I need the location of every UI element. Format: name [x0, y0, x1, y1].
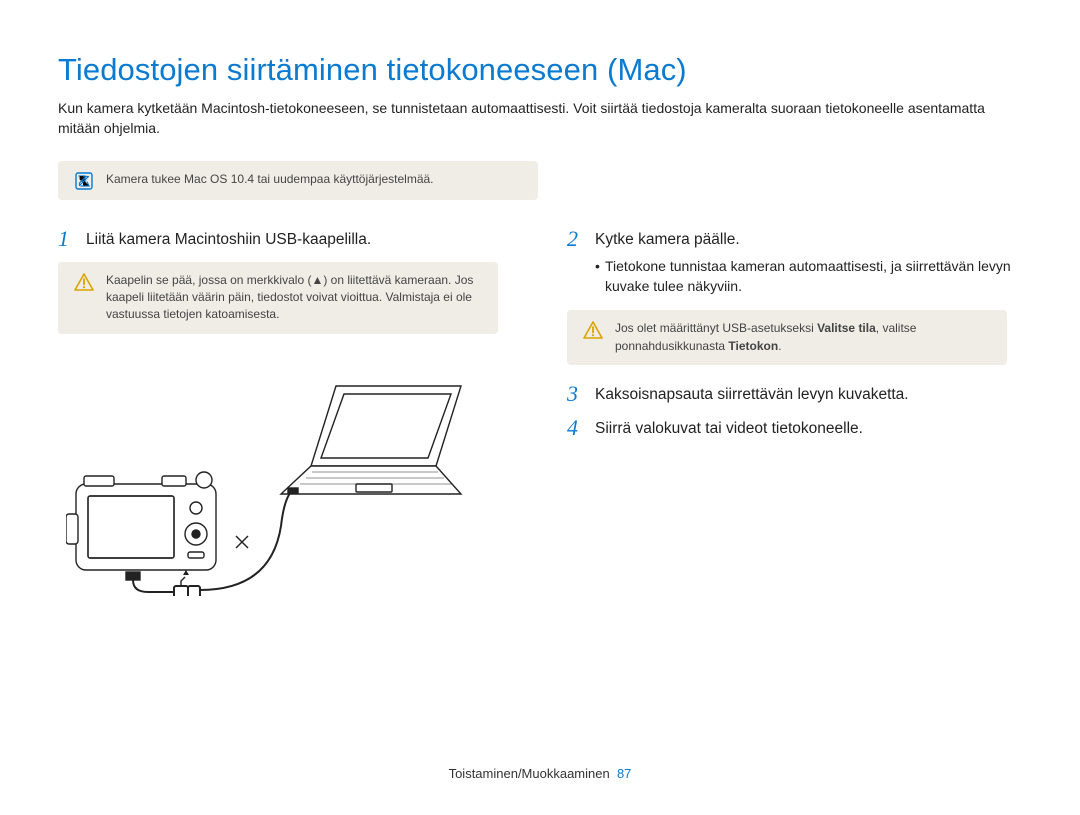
step-2: 2 Kytke kamera päälle.: [567, 228, 1022, 250]
right-column: 2 Kytke kamera päälle. • Tietokone tunni…: [567, 228, 1022, 601]
os-support-text: Kamera tukee Mac OS 10.4 tai uudempaa kä…: [106, 171, 522, 188]
bullet-icon: •: [595, 256, 605, 276]
os-support-note: Kamera tukee Mac OS 10.4 tai uudempaa kä…: [58, 161, 538, 200]
step-number: 4: [567, 417, 589, 439]
step-text: Siirrä valokuvat tai videot tietokoneell…: [595, 417, 863, 438]
step-3: 3 Kaksoisnapsauta siirrettävän levyn kuv…: [567, 383, 1022, 405]
step-4: 4 Siirrä valokuvat tai videot tietokonee…: [567, 417, 1022, 439]
page-title: Tiedostojen siirtäminen tietokoneeseen (…: [58, 52, 1022, 88]
note-bold: Tietokon: [728, 339, 778, 353]
usb-mode-text: Jos olet määrittänyt USB-asetukseksi Val…: [615, 320, 991, 355]
note-part: .: [778, 339, 781, 353]
note-icon: [74, 172, 94, 190]
left-column: 1 Liitä kamera Macintoshiin USB-kaapelil…: [58, 228, 513, 601]
intro-text: Kun kamera kytketään Macintosh-tietokone…: [58, 98, 1022, 139]
connection-illustration: [66, 376, 486, 596]
cable-warning-text: Kaapelin se pää, jossa on merkkivalo (▲)…: [106, 272, 482, 324]
step-number: 2: [567, 228, 589, 250]
step-1: 1 Liitä kamera Macintoshiin USB-kaapelil…: [58, 228, 513, 250]
page-number: 87: [617, 766, 631, 781]
note-bold: Valitse tila: [817, 321, 876, 335]
step-number: 3: [567, 383, 589, 405]
step-text: Kytke kamera päälle.: [595, 228, 740, 249]
warning-icon: [583, 321, 603, 339]
page-footer: Toistaminen/Muokkaaminen 87: [0, 766, 1080, 781]
bullet-text: Tietokone tunnistaa kameran automaattise…: [605, 256, 1022, 297]
warning-icon: [74, 273, 94, 291]
step-text: Liitä kamera Macintoshiin USB-kaapelilla…: [86, 228, 371, 249]
step-number: 1: [58, 228, 80, 250]
footer-section: Toistaminen/Muokkaaminen: [449, 766, 610, 781]
cable-warning: Kaapelin se pää, jossa on merkkivalo (▲)…: [58, 262, 498, 334]
usb-mode-note: Jos olet määrittänyt USB-asetukseksi Val…: [567, 310, 1007, 365]
note-part: Jos olet määrittänyt USB-asetukseksi: [615, 321, 817, 335]
step-text: Kaksoisnapsauta siirrettävän levyn kuvak…: [595, 383, 909, 404]
step-2-bullet: • Tietokone tunnistaa kameran automaatti…: [595, 256, 1022, 297]
